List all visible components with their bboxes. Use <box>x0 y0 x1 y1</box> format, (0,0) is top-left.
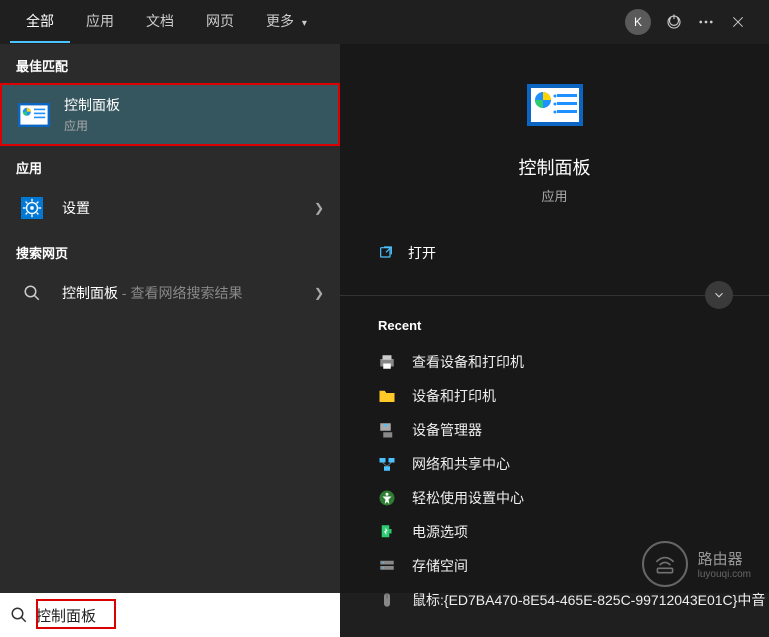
tab-docs[interactable]: 文档 <box>130 1 190 43</box>
best-match-item[interactable]: 控制面板 应用 <box>0 83 340 146</box>
mouse-icon <box>378 591 396 609</box>
search-input[interactable] <box>36 593 330 637</box>
recent-item-label: 轻松使用设置中心 <box>412 488 524 508</box>
recent-item[interactable]: 设备和打印机 <box>340 379 769 413</box>
recent-item-label: 鼠标:{ED7BA470-8E54-465E-825C-99712043E01C… <box>412 590 765 610</box>
best-match-header: 最佳匹配 <box>0 44 340 83</box>
left-panel: 最佳匹配 控制面板 应用 应用 设置 ❯ 搜索网页 <box>0 44 340 593</box>
control-panel-icon <box>18 102 50 128</box>
hero-title: 控制面板 <box>519 154 591 180</box>
feedback-icon[interactable] <box>665 13 683 31</box>
apps-header: 应用 <box>0 146 340 185</box>
power-icon <box>378 523 396 541</box>
recent-item-label: 网络和共享中心 <box>412 454 510 474</box>
router-icon <box>642 541 688 587</box>
tab-apps[interactable]: 应用 <box>70 1 130 43</box>
recent-item[interactable]: 设备管理器 <box>340 413 769 447</box>
watermark-text: 路由器 <box>698 548 751 569</box>
recent-item-label: 查看设备和打印机 <box>412 352 524 372</box>
search-icon <box>10 606 28 624</box>
recent-item[interactable]: 网络和共享中心 <box>340 447 769 481</box>
tab-all[interactable]: 全部 <box>10 1 70 43</box>
recent-header: Recent <box>340 296 769 345</box>
recent-item-label: 存储空间 <box>412 556 468 576</box>
folder-icon <box>378 387 396 405</box>
right-panel: 控制面板 应用 打开 Recent 查看设备和打印机 设备和打印机 <box>340 44 769 593</box>
best-match-sub: 应用 <box>64 117 322 134</box>
web-item-title: 控制面板 - 查看网络搜索结果 <box>62 283 242 303</box>
ellipsis-icon[interactable] <box>697 13 715 31</box>
app-item-settings[interactable]: 设置 ❯ <box>0 185 340 231</box>
recent-item[interactable]: 轻松使用设置中心 <box>340 481 769 515</box>
expand-button[interactable] <box>705 281 733 309</box>
hero: 控制面板 应用 <box>340 44 769 225</box>
storage-icon <box>378 557 396 575</box>
header-right: K <box>625 9 759 35</box>
app-item-title: 设置 <box>62 198 90 218</box>
recent-item-label: 电源选项 <box>412 522 468 542</box>
search-bar <box>0 593 340 637</box>
chevron-right-icon: ❯ <box>314 286 324 300</box>
recent-item-label: 设备和打印机 <box>412 386 496 406</box>
divider <box>340 295 769 296</box>
recent-item[interactable]: 查看设备和打印机 <box>340 345 769 379</box>
network-icon <box>378 455 396 473</box>
open-action[interactable]: 打开 <box>340 225 769 281</box>
settings-icon <box>16 195 48 221</box>
web-header: 搜索网页 <box>0 231 340 270</box>
tab-more[interactable]: 更多 ▾ <box>250 1 323 43</box>
user-avatar[interactable]: K <box>625 9 651 35</box>
search-icon <box>16 280 48 306</box>
close-icon[interactable] <box>729 13 747 31</box>
recent-item[interactable]: 鼠标:{ED7BA470-8E54-465E-825C-99712043E01C… <box>340 583 769 617</box>
web-item[interactable]: 控制面板 - 查看网络搜索结果 ❯ <box>0 270 340 316</box>
recent-item-label: 设备管理器 <box>412 420 482 440</box>
watermark-sub: luyouqi.com <box>698 569 751 580</box>
device-manager-icon <box>378 421 396 439</box>
hero-sub: 应用 <box>541 186 567 205</box>
open-icon <box>378 245 394 261</box>
accessibility-icon <box>378 489 396 507</box>
tab-web[interactable]: 网页 <box>190 1 250 43</box>
open-label: 打开 <box>408 243 436 263</box>
best-match-title: 控制面板 <box>64 95 322 115</box>
chevron-right-icon: ❯ <box>314 201 324 215</box>
chevron-down-icon: ▾ <box>302 18 307 29</box>
watermark: 路由器 luyouqi.com <box>642 541 751 587</box>
tabs: 全部 应用 文档 网页 更多 ▾ <box>10 1 625 43</box>
printer-icon <box>378 353 396 371</box>
header-bar: 全部 应用 文档 网页 更多 ▾ K <box>0 0 769 44</box>
control-panel-large-icon <box>527 84 583 126</box>
